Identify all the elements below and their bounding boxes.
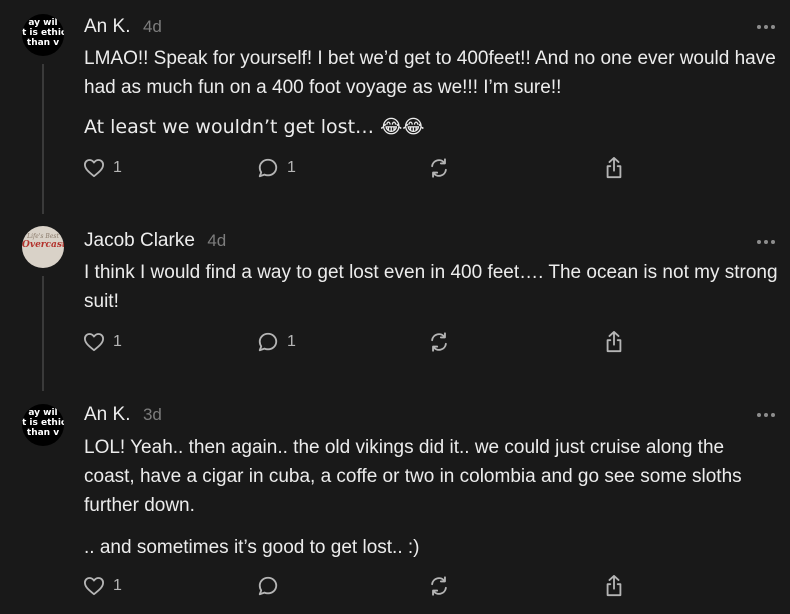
comment-text: .. and sometimes it’s good to get lost..…: [84, 537, 420, 558]
speech-bubble-icon: [258, 332, 278, 352]
timestamp[interactable]: 4d: [207, 231, 226, 250]
avatar-logo-tagline: Life's Best: [27, 233, 59, 240]
avatar[interactable]: ay wil t is ethic than v: [22, 404, 64, 446]
like-button[interactable]: 1: [83, 155, 122, 181]
comment-text: LMAO!! Speak for yourself! I bet we’d ge…: [84, 48, 776, 98]
reply-button[interactable]: [257, 573, 279, 599]
comment-text: I think I would find a way to get lost e…: [84, 262, 778, 312]
reply-button[interactable]: 1: [257, 329, 296, 355]
reply-count: 1: [287, 159, 296, 176]
comment-actions: 1: [0, 573, 790, 599]
heart-icon: [84, 159, 104, 178]
author-name[interactable]: An K.: [84, 16, 130, 37]
comment-header: An K. 4d: [84, 16, 162, 40]
timestamp[interactable]: 3d: [143, 405, 162, 424]
more-dots-icon[interactable]: [757, 412, 775, 418]
share-icon: [606, 575, 622, 597]
speech-bubble-icon: [258, 576, 278, 596]
timestamp[interactable]: 4d: [143, 17, 162, 36]
thread-line: [42, 64, 44, 214]
more-dots-icon[interactable]: [757, 24, 775, 30]
avatar-quote-text: ay wil t is ethic than v: [22, 408, 64, 438]
restack-icon: [431, 576, 447, 596]
avatar-logo-text: Overcast: [22, 240, 64, 250]
share-icon: [606, 157, 622, 179]
avatar[interactable]: Life's Best Overcast: [22, 226, 64, 268]
avatar[interactable]: ay wil t is ethic than v: [22, 14, 64, 56]
share-button[interactable]: [603, 155, 625, 181]
like-button[interactable]: 1: [83, 573, 122, 599]
restack-button[interactable]: [428, 573, 450, 599]
share-icon: [606, 330, 622, 353]
restack-button[interactable]: [428, 155, 450, 181]
comment-actions: 1 1: [0, 155, 790, 181]
more-dots-icon[interactable]: [757, 239, 775, 245]
like-count: 1: [113, 333, 122, 350]
share-button[interactable]: [603, 573, 625, 599]
avatar-quote-text: ay wil t is ethic than v: [22, 18, 64, 48]
comment-header: An K. 3d: [84, 404, 162, 428]
speech-bubble-icon: [258, 158, 278, 178]
heart-icon: [84, 333, 104, 352]
author-name[interactable]: Jacob Clarke: [84, 230, 195, 251]
like-button[interactable]: 1: [83, 329, 122, 355]
comment-thread: ay wil t is ethic than v An K. 4d LMAO!!…: [0, 0, 790, 614]
comment-text: At least we wouldn’t get lost… 😂😂: [84, 116, 425, 138]
comment-header: Jacob Clarke 4d: [84, 230, 226, 254]
like-count: 1: [113, 577, 122, 594]
share-button[interactable]: [603, 329, 625, 355]
comment-actions: 1 1: [0, 329, 790, 355]
author-name[interactable]: An K.: [84, 404, 130, 425]
restack-icon: [431, 332, 447, 352]
heart-icon: [84, 577, 104, 596]
restack-button[interactable]: [428, 329, 450, 355]
comment-text: LOL! Yeah.. then again.. the old vikings…: [84, 437, 742, 516]
like-count: 1: [113, 159, 122, 176]
reply-count: 1: [287, 333, 296, 350]
restack-icon: [431, 158, 447, 178]
reply-button[interactable]: 1: [257, 155, 296, 181]
